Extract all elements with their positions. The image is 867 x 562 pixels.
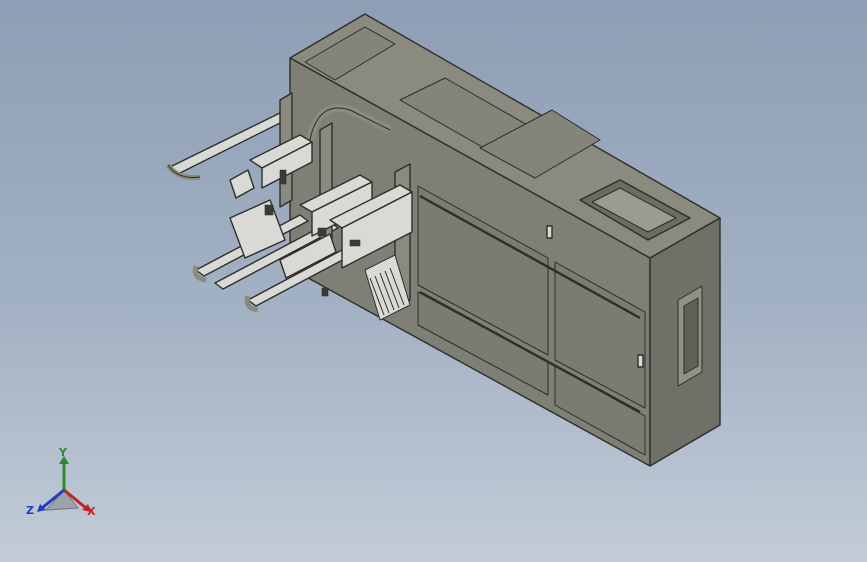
cad-viewport[interactable]: Y X Z (0, 0, 867, 562)
axis-triad: Y X Z (24, 446, 104, 526)
side-window-inner (683, 297, 699, 375)
machine-model (165, 13, 721, 467)
z-axis-label: Z (26, 504, 34, 517)
door-handle-2 (637, 354, 644, 368)
y-axis-label: Y (59, 446, 67, 459)
x-axis-label: X (87, 505, 96, 518)
door-handle-1 (546, 225, 553, 239)
